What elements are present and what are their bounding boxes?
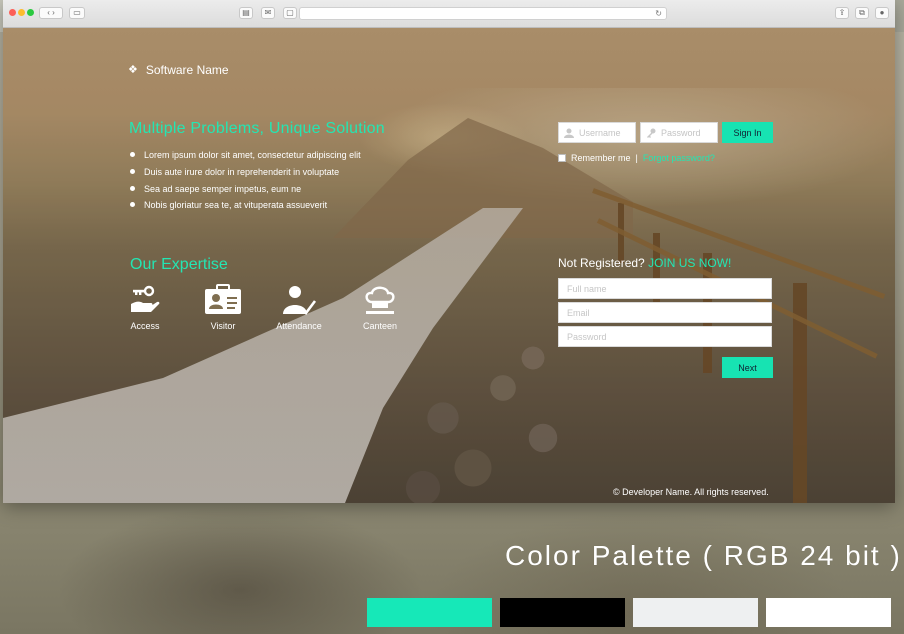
print-icon[interactable]: ▤: [239, 7, 253, 19]
back-forward-buttons[interactable]: ‹ ›: [39, 7, 63, 19]
list-item: Lorem ipsum dolor sit amet, consectetur …: [129, 147, 361, 164]
palette-swatch-accent: [367, 598, 492, 627]
page-content: ❖ Software Name Multiple Problems, Uniqu…: [3, 28, 895, 503]
palette-swatch-black: [500, 598, 625, 627]
password-placeholder: Password: [661, 127, 701, 138]
id-badge-icon: [205, 284, 241, 314]
email-placeholder: Email: [567, 307, 590, 318]
person-check-icon: [283, 286, 317, 315]
user-icon: [564, 128, 574, 138]
list-item: Duis aute irure dolor in reprehenderit i…: [129, 164, 361, 181]
hero-headline: Multiple Problems, Unique Solution: [129, 120, 385, 137]
expertise-item-canteen[interactable]: Canteen: [360, 284, 400, 331]
fullname-field[interactable]: Full name: [558, 278, 772, 299]
expertise-label: Attendance: [276, 321, 322, 331]
share-icon[interactable]: ⇪: [835, 7, 849, 19]
browser-window: ‹ › ▭ ▤ ✉ ▢ ↻ ⇪ ⧉ ● ❖ Software Name Mult…: [3, 0, 895, 503]
palette-swatch-light-gray: [633, 598, 758, 627]
expertise-label: Access: [130, 321, 160, 331]
next-button[interactable]: Next: [722, 357, 773, 378]
browser-toolbar: ‹ › ▭ ▤ ✉ ▢ ↻ ⇪ ⧉ ●: [3, 0, 895, 28]
register-prompt-text: Not Registered?: [558, 256, 645, 270]
remember-label: Remember me: [571, 153, 631, 163]
close-window-button[interactable]: [9, 9, 16, 16]
fullname-placeholder: Full name: [567, 283, 607, 294]
join-us-link[interactable]: JOIN US NOW!: [648, 256, 731, 270]
register-prompt: Not Registered? JOIN US NOW!: [558, 256, 731, 270]
palette-swatch-white: [766, 598, 891, 627]
sign-in-button[interactable]: Sign In: [722, 122, 773, 143]
remember-row: Remember me | Forgot password?: [558, 153, 715, 163]
expertise-label: Visitor: [210, 321, 236, 331]
list-item: Nobis gloriatur sea te, at vituperata as…: [129, 197, 361, 214]
expertise-item-access[interactable]: Access: [128, 284, 162, 331]
mail-icon[interactable]: ✉: [261, 7, 275, 19]
forgot-password-link[interactable]: Forgot password?: [643, 153, 715, 163]
hand-key-icon: [131, 285, 160, 312]
username-placeholder: Username: [579, 127, 621, 138]
key-icon: [647, 128, 656, 138]
remember-checkbox[interactable]: [558, 154, 566, 162]
zoom-window-button[interactable]: [27, 9, 34, 16]
brand-name: Software Name: [145, 63, 229, 77]
sidebar-toggle-icon[interactable]: ▭: [69, 7, 85, 19]
separator: |: [635, 153, 638, 163]
diamond-cluster-icon: ❖: [128, 64, 138, 76]
address-bar[interactable]: ↻: [299, 7, 667, 20]
downloads-icon[interactable]: ●: [875, 7, 889, 19]
chef-hat-icon: [365, 286, 395, 314]
expertise-label: Canteen: [362, 321, 398, 331]
share-page-icon[interactable]: ▢: [283, 7, 297, 19]
expertise-item-visitor[interactable]: Visitor: [202, 284, 244, 331]
email-field[interactable]: Email: [558, 302, 772, 323]
hero-bullets: Lorem ipsum dolor sit amet, consectetur …: [129, 147, 361, 214]
expertise-title: Our Expertise: [130, 256, 228, 273]
register-password-placeholder: Password: [567, 331, 607, 342]
username-input[interactable]: Username: [558, 122, 636, 143]
list-item: Sea ad saepe semper impetus, eum ne: [129, 181, 361, 198]
copyright-notice: © Developer Name. All rights reserved.: [613, 487, 769, 497]
register-password-field[interactable]: Password: [558, 326, 772, 347]
palette-title: Color Palette ( RGB 24 bit ): [505, 540, 902, 571]
reload-icon[interactable]: ↻: [655, 8, 662, 19]
expertise-item-attendance[interactable]: Attendance: [275, 284, 323, 331]
minimize-window-button[interactable]: [18, 9, 25, 16]
password-input[interactable]: Password: [640, 122, 718, 143]
tabs-icon[interactable]: ⧉: [855, 7, 869, 19]
brand[interactable]: ❖ Software Name: [128, 63, 229, 77]
